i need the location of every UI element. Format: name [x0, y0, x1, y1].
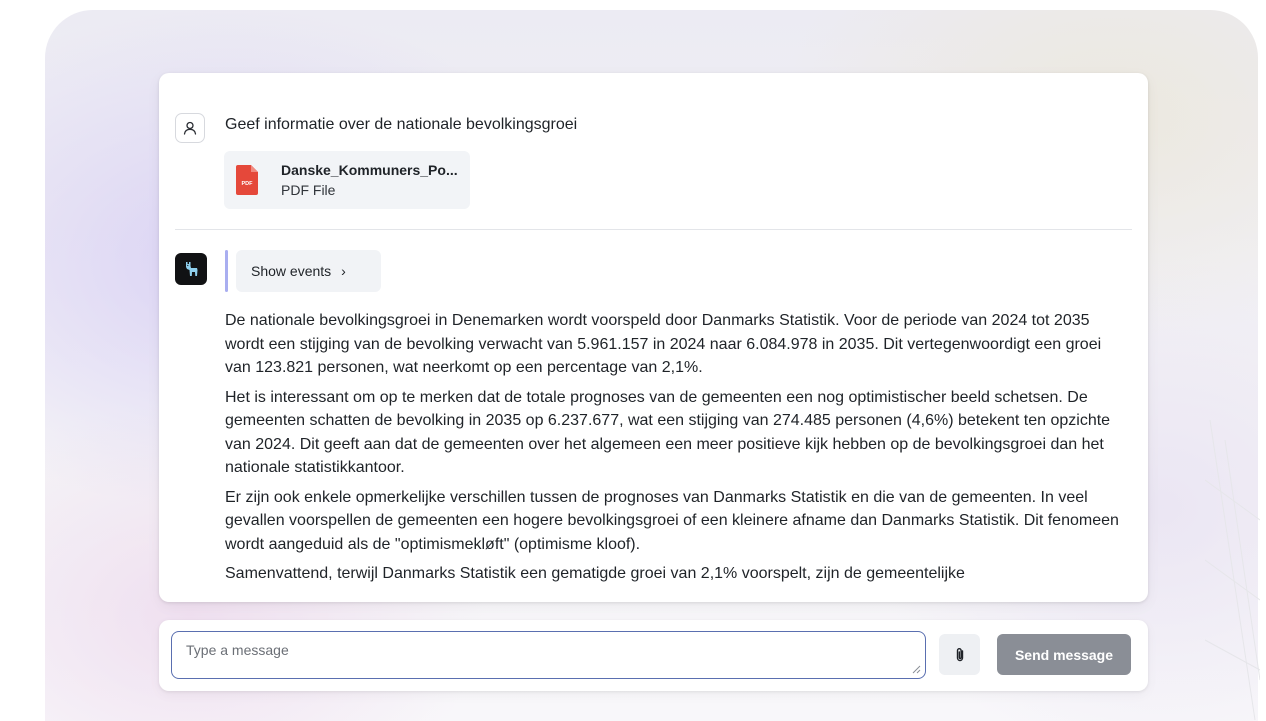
response-paragraph: De nationale bevolkingsgroei in Denemark… [225, 312, 1102, 376]
send-message-button[interactable]: Send message [997, 634, 1131, 675]
response-paragraph: Het is interessant om op te merken dat d… [225, 388, 1111, 477]
pdf-icon-label: PDF [242, 181, 254, 187]
message-input[interactable] [171, 631, 926, 679]
response-paragraph: Er zijn ook enkele opmerkelijke verschil… [225, 488, 1119, 553]
response-paragraph: Samenvattend, terwijl Danmarks Statistik… [225, 565, 965, 582]
paperclip-icon [956, 647, 963, 661]
attachment-name: Danske_Kommuners_Po... [281, 162, 458, 178]
user-message-text: Geef informatie over de nationale bevolk… [225, 116, 578, 133]
pdf-file-icon: PDF [236, 165, 258, 195]
chat-transcript: Geef informatie over de nationale bevolk… [159, 73, 1148, 602]
user-icon [175, 113, 205, 143]
attachment-chip[interactable]: PDF Danske_Kommuners_Po... PDF File [224, 151, 470, 209]
decorative-grid-lines [1205, 420, 1260, 720]
events-accent-bar [225, 250, 228, 292]
attachment-type: PDF File [281, 182, 336, 198]
show-events-label: Show events [251, 263, 332, 279]
llama-icon [175, 253, 207, 285]
chevron-right-icon: › [341, 263, 346, 279]
show-events-button[interactable]: Show events › [236, 250, 381, 292]
message-composer: Send message [159, 620, 1148, 691]
message-divider [175, 229, 1132, 230]
attach-file-button[interactable] [939, 634, 980, 675]
assistant-response: De nationale bevolkingsgroei in Denemark… [225, 309, 1125, 592]
resize-handle-icon[interactable] [911, 664, 921, 674]
